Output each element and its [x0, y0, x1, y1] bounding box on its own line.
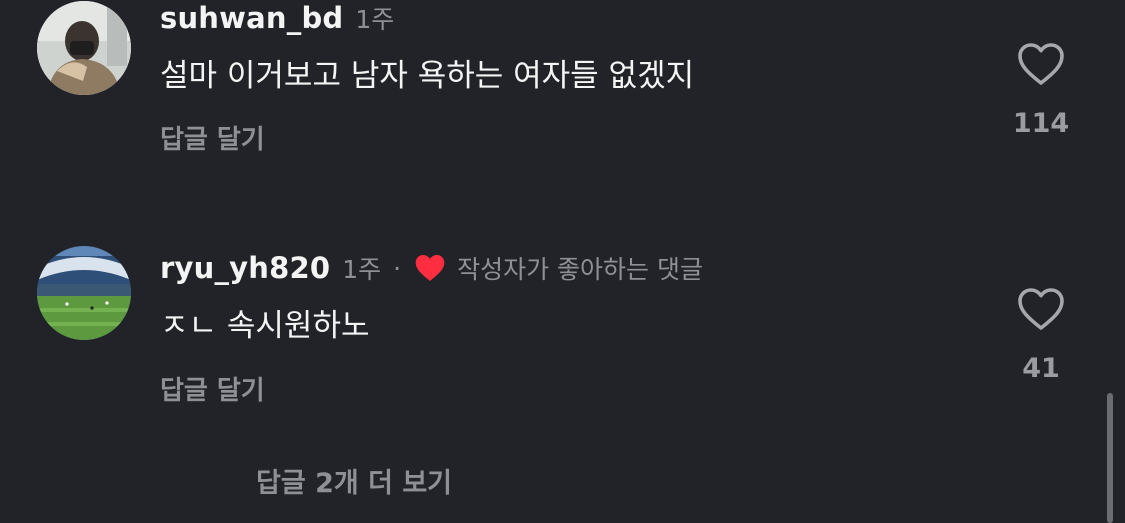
timestamp: 1주	[342, 255, 382, 284]
like-count: 114	[1012, 108, 1070, 139]
like-count: 41	[1022, 353, 1060, 384]
heart-filled-icon	[415, 255, 445, 281]
avatar[interactable]	[37, 246, 131, 340]
username[interactable]: ryu_yh820	[160, 251, 330, 285]
like-control: 114	[996, 42, 1086, 139]
heart-outline-icon[interactable]	[1017, 287, 1065, 331]
comment-text: ㅈㄴ 속시원하노	[160, 308, 370, 344]
like-control: 41	[996, 287, 1086, 384]
timestamp: 1주	[355, 5, 395, 34]
author-liked-label: 작성자가 좋아하는 댓글	[457, 255, 704, 284]
avatar[interactable]	[37, 1, 131, 95]
username[interactable]: suhwan_bd	[160, 1, 343, 35]
heart-outline-icon[interactable]	[1017, 42, 1065, 86]
scrollbar[interactable]	[1107, 393, 1113, 523]
reply-button[interactable]: 답글 달기	[160, 119, 265, 156]
comment-header: ryu_yh820 1주 · 작성자가 좋아하는 댓글	[160, 250, 703, 286]
separator-dot: ·	[393, 253, 402, 283]
view-more-replies-button[interactable]: 답글 2개 더 보기	[256, 461, 452, 500]
comment-header: suhwan_bd 1주	[160, 0, 394, 36]
comment-text: 설마 이거보고 남자 욕하는 여자들 없겠지	[160, 58, 695, 94]
reply-button[interactable]: 답글 달기	[160, 370, 265, 407]
